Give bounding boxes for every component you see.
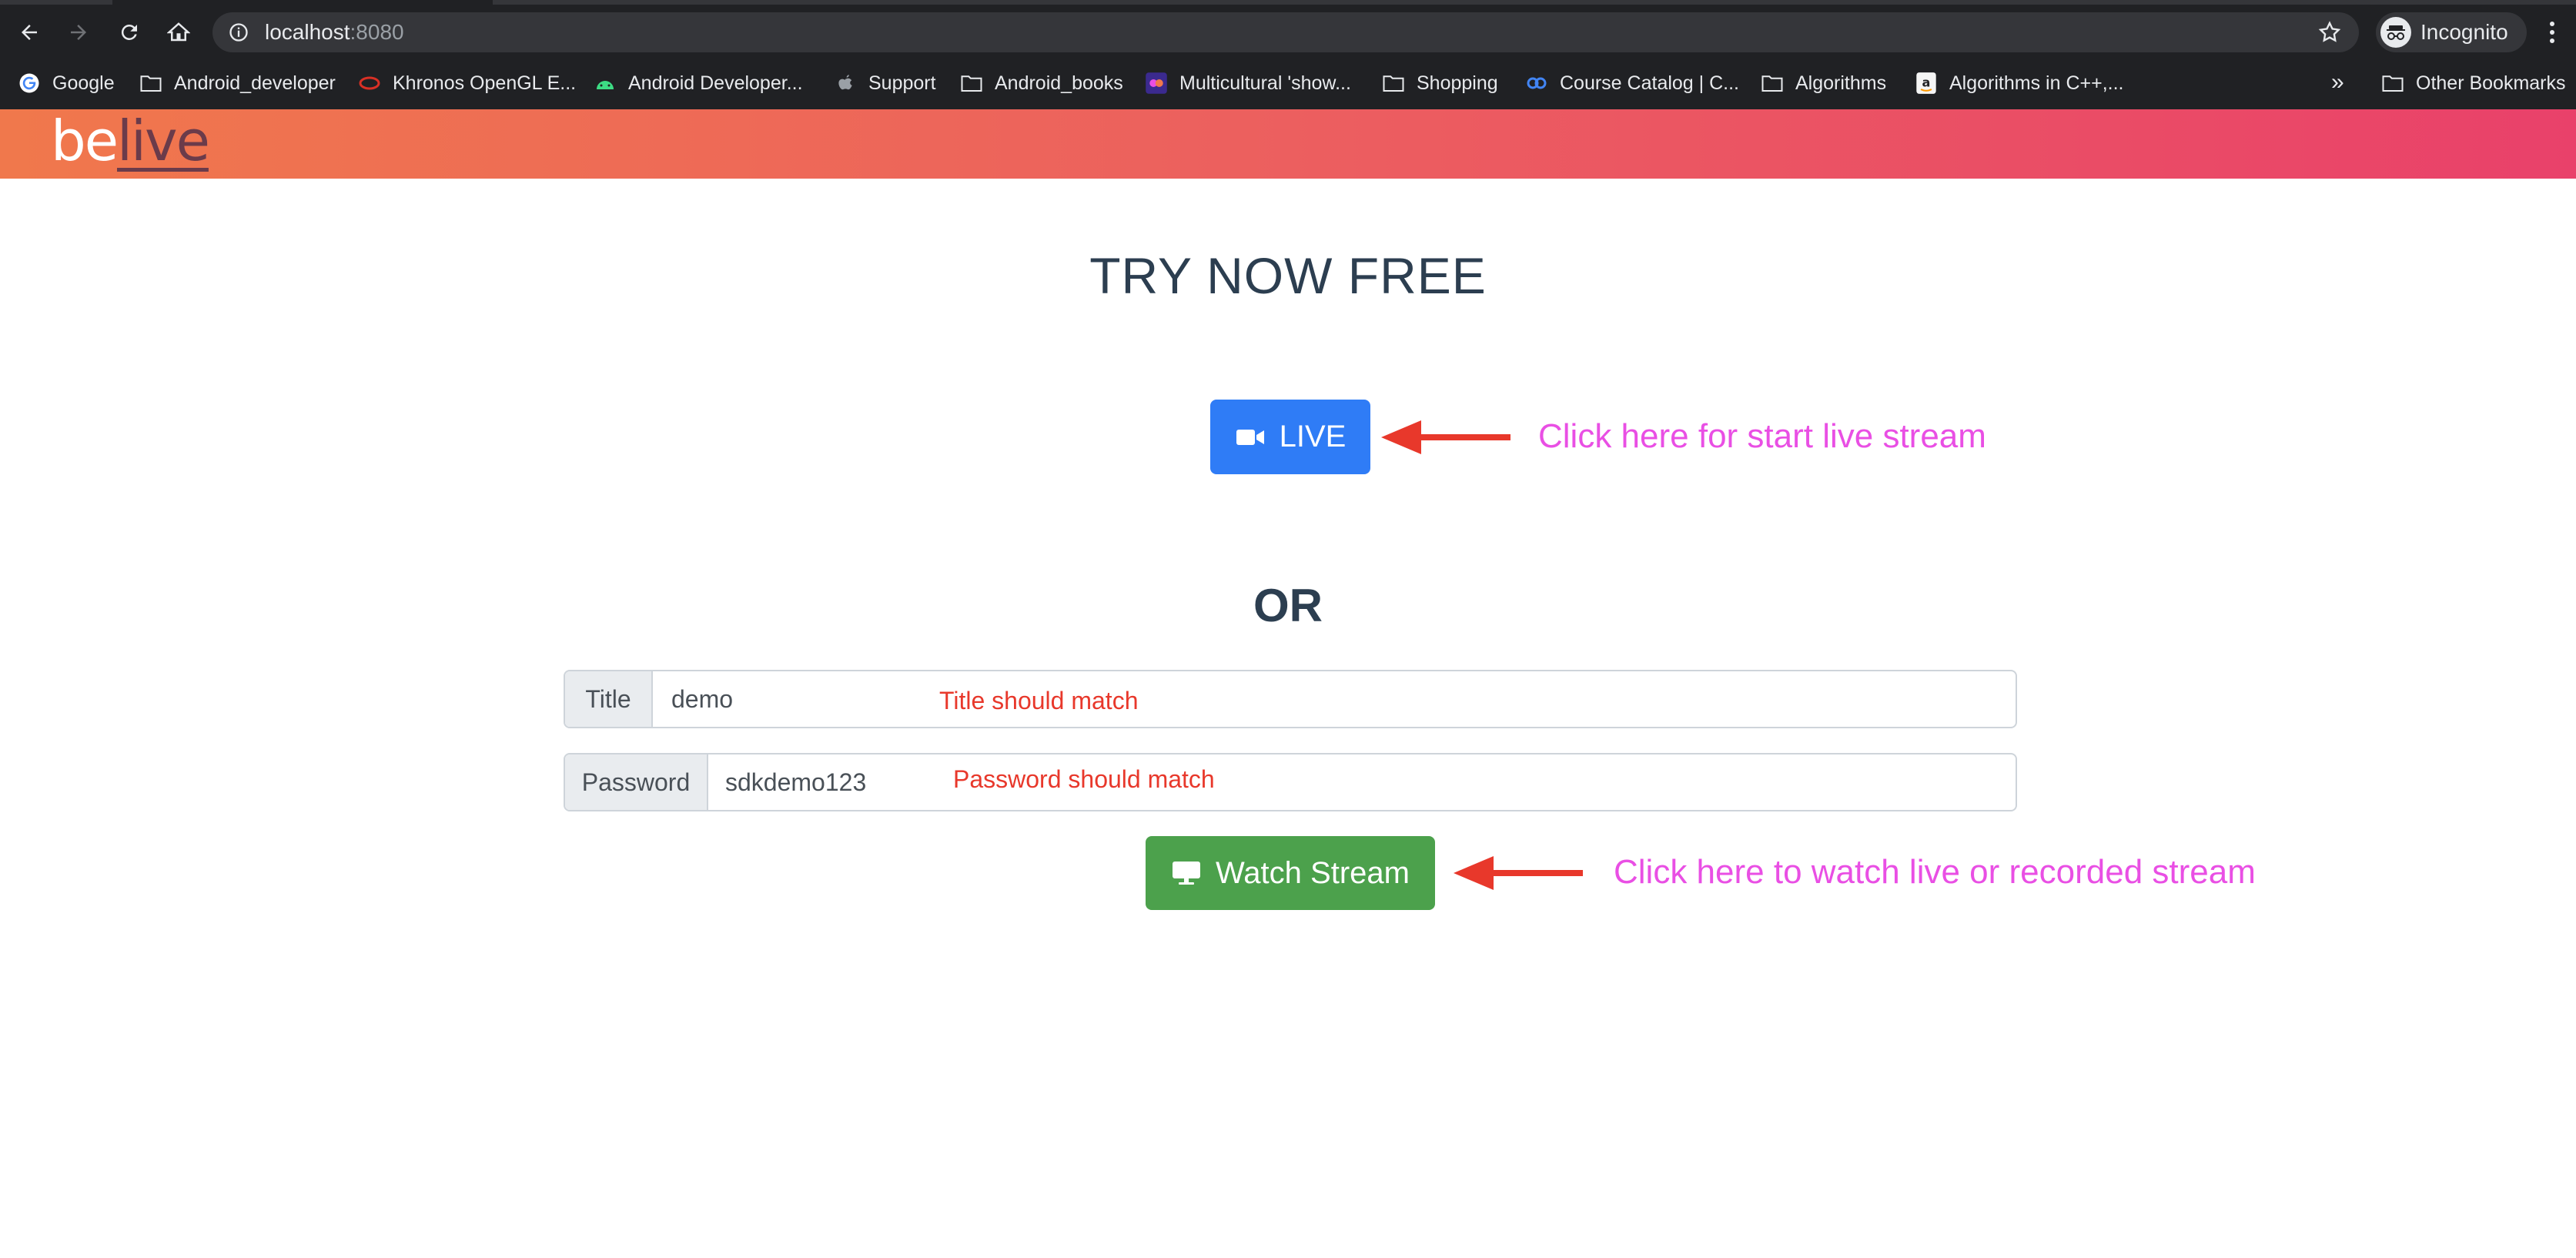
bookmark-label: Multicultural 'show... [1179,72,1351,94]
more-bookmarks-chevron-icon[interactable]: » [2331,57,2344,109]
apple-icon [833,71,858,95]
forward-button[interactable] [62,15,95,49]
bookmark-course-catalog[interactable]: Course Catalog | C... [1524,57,1739,109]
live-button-label: LIVE [1279,420,1347,453]
url-text: localhost:8080 [265,12,404,52]
watch-stream-button[interactable]: Watch Stream [1146,836,1435,910]
video-camera-icon [1235,427,1266,448]
title-field[interactable]: Title demo [564,670,2017,728]
folder-icon [959,71,984,95]
google-icon [17,71,42,95]
bookmark-label: Support [868,72,936,94]
site-info-icon[interactable] [228,22,249,43]
folder-icon [1760,71,1785,95]
folder-icon [139,71,163,95]
bookmark-multicultural[interactable]: Multicultural 'show... [1144,57,1351,109]
bookmark-android-books-folder[interactable]: Android_books [959,57,1123,109]
profile-label: Incognito [2420,20,2508,44]
address-bar[interactable]: localhost:8080 [212,12,2359,52]
belive-logo[interactable]: belive [51,109,210,179]
logo-be: be [51,109,119,173]
logo-live: live [117,109,210,173]
page-heading: TRY NOW FREE [1089,247,1487,304]
watch-note: Click here to watch live or recorded str… [1614,853,2256,891]
bookmark-algorithms-cpp[interactable]: a Algorithms in C++,... [1914,57,2123,109]
bookmark-label: Algorithms in C++,... [1949,72,2124,94]
bookmark-label: Khronos OpenGL E... [393,72,577,94]
coursera-icon [1524,71,1549,95]
profile-button[interactable]: Incognito [2376,12,2527,52]
forward-arrow-icon [71,25,86,40]
home-icon [167,22,190,42]
khronos-icon [357,71,382,95]
password-note: Password should match [953,765,1215,793]
or-divider: OR [1253,580,1323,631]
password-field[interactable]: Password sdkdemo123 [564,753,2017,811]
folder-icon [1381,71,1406,95]
bookmark-google[interactable]: Google [17,57,115,109]
other-bookmarks-label: Other Bookmarks [2416,72,2566,94]
back-button[interactable] [12,15,46,49]
password-addon: Password [565,754,708,810]
bookmark-label: Shopping [1417,72,1498,94]
svg-text:a: a [1922,75,1931,90]
bookmark-khronos[interactable]: Khronos OpenGL E... [357,57,576,109]
title-addon: Title [565,671,653,727]
bookmark-android-developer-folder[interactable]: Android_developer [139,57,336,109]
bookmark-label: Android Developer... [628,72,803,94]
bookmark-star-icon[interactable] [2317,20,2342,45]
password-input[interactable]: sdkdemo123 [725,754,866,810]
reload-button[interactable] [112,15,146,49]
title-input[interactable]: demo [671,671,733,727]
bookmark-label: Android_developer [174,72,336,94]
watch-arrow-icon [1454,856,1583,890]
live-arrow-icon [1381,420,1510,454]
watch-stream-label: Watch Stream [1216,855,1410,890]
incognito-icon [2380,17,2411,48]
home-button[interactable] [162,15,196,49]
browser-toolbar: localhost:8080 Incognito [0,5,2576,57]
title-note: Title should match [939,687,1139,714]
brand-header: belive [0,109,2576,179]
android-icon [593,71,617,95]
bookmark-label: Algorithms [1795,72,1887,94]
amazon-icon: a [1914,71,1939,95]
bookmark-algorithms-folder[interactable]: Algorithms [1760,57,1886,109]
site-icon [1144,71,1169,95]
url-host: localhost [265,20,350,44]
live-note: Click here for start live stream [1538,417,1986,455]
folder-icon [2380,71,2405,95]
url-port: :8080 [350,20,404,44]
bookmark-support[interactable]: Support [833,57,936,109]
bookmark-android-developers[interactable]: Android Developer... [593,57,803,109]
reload-icon [121,24,137,40]
bookmark-label: Google [52,72,115,94]
bookmark-label: Course Catalog | C... [1560,72,1739,94]
back-arrow-icon [22,25,37,40]
bookmarks-bar: Google Android_developer Khronos OpenGL … [0,57,2576,109]
menu-kebab-icon[interactable] [2541,17,2564,48]
bookmark-shopping-folder[interactable]: Shopping [1381,57,1498,109]
other-bookmarks-folder[interactable]: Other Bookmarks [2380,57,2566,109]
bookmark-label: Android_books [995,72,1123,94]
live-button[interactable]: LIVE [1210,400,1370,474]
monitor-icon [1171,860,1202,886]
